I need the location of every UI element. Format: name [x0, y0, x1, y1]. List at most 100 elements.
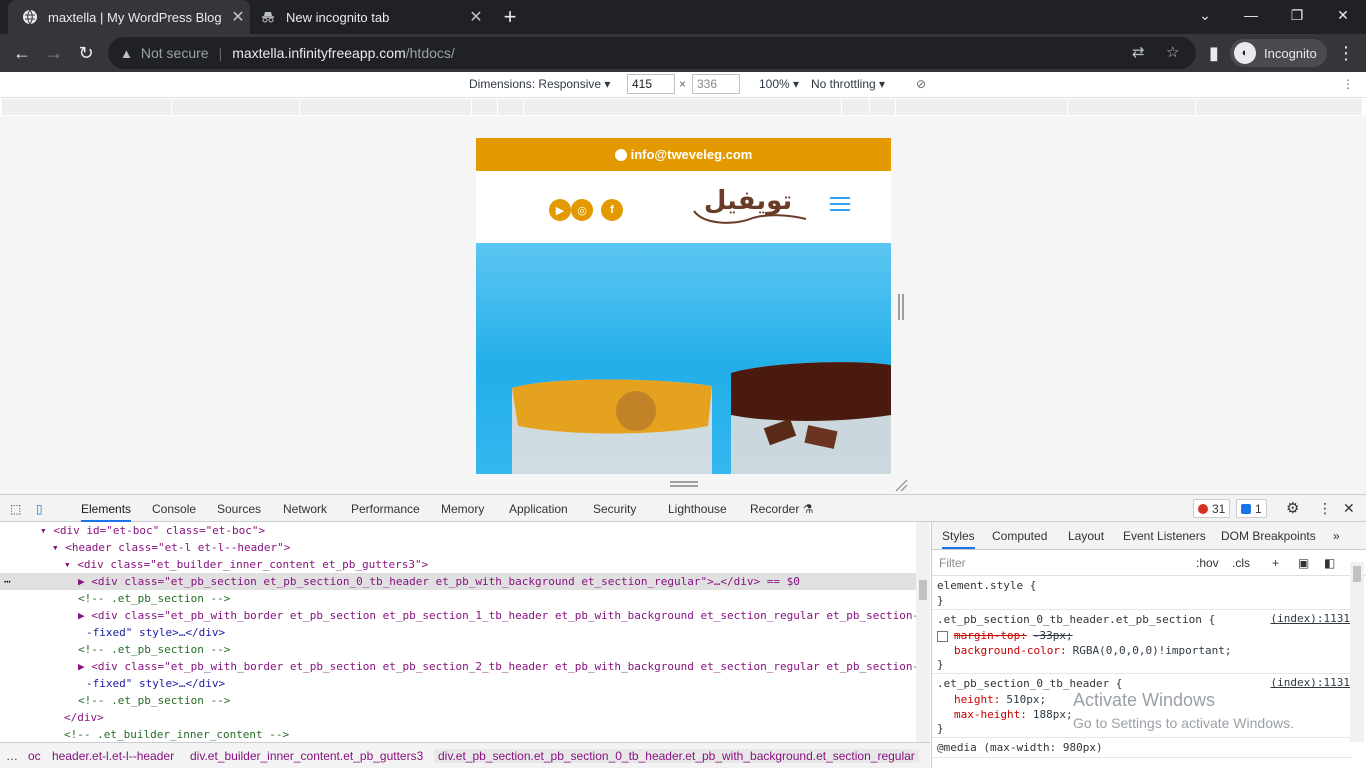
throttle-dropdown[interactable]: No throttling ▾	[811, 77, 885, 91]
address-bar[interactable]: ▲ Not secure | maxtella.infinityfreeapp.…	[108, 37, 1196, 69]
css-selector[interactable]: element.style {	[937, 578, 1036, 594]
css-declaration[interactable]: background-color: RGBA(0,0,0,0)!important…	[954, 643, 1232, 659]
css-declaration[interactable]: max-height: 188px;	[954, 707, 1073, 723]
tab-application[interactable]: Application	[509, 502, 568, 516]
hamburger-menu-icon[interactable]	[830, 197, 850, 213]
close-devtools-icon[interactable]: ✕	[1343, 500, 1355, 517]
rotate-icon[interactable]: ⊘	[916, 77, 926, 91]
incognito-profile-button[interactable]: ◐ Incognito	[1230, 39, 1327, 67]
menu-icon[interactable]: ⋮	[1332, 39, 1360, 67]
error-count-badge[interactable]: 31	[1193, 499, 1231, 518]
paint-icon[interactable]: ▣	[1298, 556, 1309, 570]
tab-elements[interactable]: Elements	[81, 502, 132, 522]
tab-search-icon[interactable]: ⌄	[1182, 0, 1228, 30]
devtools-menu-icon[interactable]: ⋮	[1318, 500, 1332, 517]
tab-dom-breakpoints[interactable]: DOM Breakpoints	[1221, 529, 1316, 543]
minimize-button[interactable]: —	[1228, 0, 1274, 30]
translate-icon[interactable]: ⇄	[1132, 43, 1145, 61]
dom-node-row[interactable]: <!-- .et_builder_inner_content -->	[0, 726, 916, 742]
more-tabs-icon[interactable]: »	[1333, 529, 1340, 543]
breadcrumb-item[interactable]: oc	[28, 749, 41, 763]
close-tab-icon[interactable]: ✕	[226, 7, 250, 27]
dimensions-dropdown[interactable]: Dimensions: Responsive ▾	[469, 77, 610, 91]
dom-node-row[interactable]: ▶ <div class="et_pb_with_border et_pb_se…	[0, 607, 916, 624]
css-selector[interactable]: .et_pb_section_0_tb_header.et_pb_section…	[937, 612, 1215, 628]
star-icon[interactable]: ☆	[1166, 43, 1179, 61]
side-panel-icon[interactable]: ▮	[1200, 39, 1228, 67]
device-options-icon[interactable]: ⋮	[1342, 77, 1354, 91]
tab-computed[interactable]: Computed	[992, 529, 1047, 543]
height-input[interactable]: 336	[692, 74, 740, 94]
css-rule[interactable]: @media (max-width: 980px)	[932, 738, 1352, 758]
breadcrumb-overflow[interactable]: …	[6, 749, 18, 763]
tab-console[interactable]: Console	[152, 502, 196, 516]
breadcrumb-item[interactable]: div.et_builder_inner_content.et_pb_gutte…	[190, 749, 423, 763]
close-window-button[interactable]: ✕	[1320, 0, 1366, 30]
close-tab-icon[interactable]: ✕	[464, 7, 488, 27]
tab-security[interactable]: Security	[593, 502, 636, 516]
inspect-element-icon[interactable]: ⬚	[10, 502, 21, 516]
dom-node-row[interactable]: <!-- .et_pb_section -->	[0, 590, 916, 607]
site-logo[interactable]: تويفيل	[688, 181, 808, 229]
styles-scrollbar[interactable]	[1350, 562, 1364, 742]
tab-event-listeners[interactable]: Event Listeners	[1123, 529, 1206, 543]
declaration-checkbox[interactable]	[937, 631, 948, 642]
breadcrumb-item[interactable]: header.et-l.et-l--header	[52, 749, 174, 763]
dom-node-row[interactable]: ▾ <div class="et_builder_inner_content e…	[0, 556, 916, 573]
tab-maxtella[interactable]: maxtella | My WordPress Blog ✕	[8, 0, 250, 34]
width-input[interactable]: 415	[627, 74, 675, 94]
tab-sources[interactable]: Sources	[217, 502, 261, 516]
css-declaration[interactable]: height: 510px;	[954, 692, 1046, 708]
dom-node-row[interactable]: ▶ <div class="et_pb_with_border et_pb_se…	[0, 658, 916, 675]
css-rule[interactable]: .et_pb_section_0_tb_header.et_pb_section…	[932, 610, 1352, 674]
tab-recorder[interactable]: Recorder ⚗	[750, 502, 813, 516]
zoom-dropdown[interactable]: 100% ▾	[759, 77, 799, 91]
hov-toggle[interactable]: :hov	[1196, 556, 1219, 570]
css-selector[interactable]: @media (max-width: 980px)	[937, 740, 1103, 756]
tab-layout[interactable]: Layout	[1068, 529, 1104, 543]
tab-network[interactable]: Network	[283, 502, 327, 516]
css-source-link[interactable]: (index):1131	[1271, 612, 1350, 625]
dom-node-row[interactable]: <!-- .et_pb_section -->	[0, 692, 916, 709]
back-button[interactable]: ←	[8, 39, 36, 67]
dom-node-row[interactable]: </div>	[0, 709, 916, 726]
email-strip[interactable]: info@tweveleg.com	[476, 138, 891, 171]
restore-button[interactable]: ❐	[1274, 0, 1320, 30]
forward-button[interactable]: →	[40, 39, 68, 67]
settings-gear-icon[interactable]: ⚙	[1286, 499, 1299, 517]
tab-memory[interactable]: Memory	[441, 502, 484, 516]
dom-node-row[interactable]: ▶ <div class="et_pb_section et_pb_sectio…	[0, 573, 916, 590]
resize-handle-bottom[interactable]	[670, 481, 698, 487]
node-actions-icon[interactable]: ⋯	[4, 573, 11, 590]
youtube-icon[interactable]: ▶	[549, 199, 571, 221]
resize-handle-corner[interactable]	[894, 478, 908, 492]
message-count-badge[interactable]: 1	[1236, 499, 1267, 518]
facebook-icon[interactable]: f	[601, 199, 623, 221]
email-link[interactable]: info@tweveleg.com	[631, 147, 753, 162]
dom-node-row[interactable]: -fixed" style>…</div>	[0, 624, 916, 641]
security-label[interactable]: Not secure	[141, 45, 209, 61]
breadcrumb-item[interactable]: div.et_pb_section.et_pb_section_0_tb_hea…	[434, 749, 919, 763]
new-rule-button[interactable]: +	[1272, 556, 1279, 570]
new-tab-button[interactable]: +	[498, 4, 522, 30]
resize-handle-right[interactable]	[898, 294, 904, 320]
tab-lighthouse[interactable]: Lighthouse	[668, 502, 727, 516]
tab-styles[interactable]: Styles	[942, 529, 975, 549]
styles-filter-input[interactable]: Filter	[936, 553, 1186, 573]
elements-scrollbar[interactable]	[916, 522, 930, 742]
media-query-bar[interactable]	[2, 99, 1362, 115]
device-toggle-icon[interactable]: ▯	[36, 502, 43, 516]
tab-performance[interactable]: Performance	[351, 502, 420, 516]
reload-button[interactable]: ↻	[72, 39, 100, 67]
css-source-link[interactable]: (index):1131	[1271, 676, 1350, 689]
dom-node-row[interactable]: ▾ <div id="et-boc" class="et-boc">	[0, 522, 916, 539]
tab-new-incognito[interactable]: New incognito tab ✕	[250, 0, 488, 34]
css-declaration[interactable]: margin-top: -33px;	[937, 628, 1073, 644]
instagram-icon[interactable]: ◎	[571, 199, 593, 221]
dom-node-row[interactable]: -fixed" style>…</div>	[0, 675, 916, 692]
elements-tree[interactable]: ▾ <div id="et-boc" class="et-boc"> ▾ <hea…	[0, 522, 916, 742]
sidebar-toggle-icon[interactable]: ◧	[1324, 556, 1335, 570]
dom-node-row[interactable]: <!-- .et_pb_section -->	[0, 641, 916, 658]
warning-icon[interactable]: ▲	[120, 46, 133, 61]
dom-node-row[interactable]: ▾ <header class="et-l et-l--header">	[0, 539, 916, 556]
